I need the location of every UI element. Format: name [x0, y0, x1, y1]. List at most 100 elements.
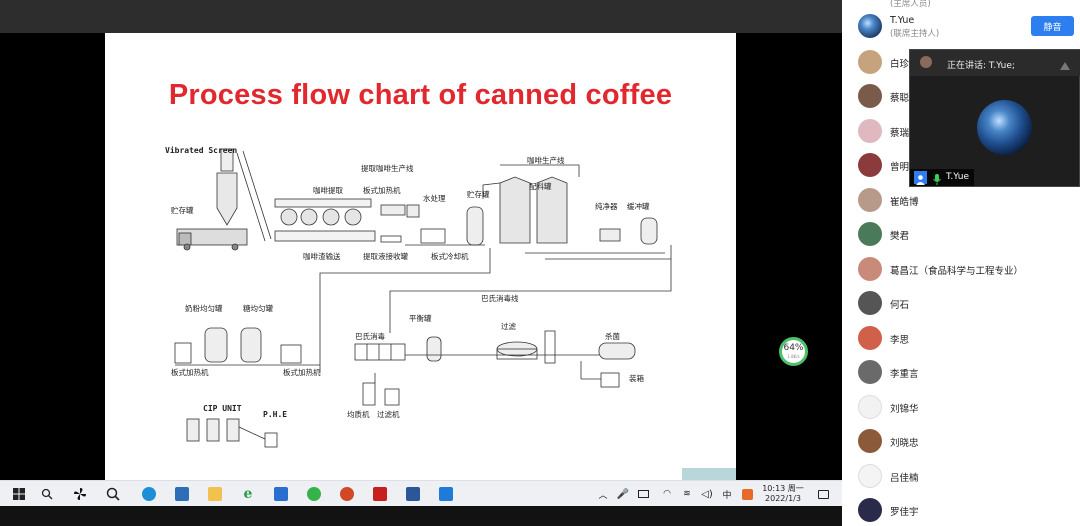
label-homogenizer: 均质机 [347, 409, 370, 419]
word-icon[interactable] [404, 485, 422, 503]
meeting-icon[interactable] [437, 485, 455, 503]
label-purifier: 纯净器 [595, 201, 618, 211]
avatar [858, 291, 882, 315]
avatar [858, 14, 882, 38]
search-icon[interactable] [38, 485, 56, 503]
avatar [858, 429, 882, 453]
chevron-up-icon[interactable]: ︿ [594, 485, 612, 503]
avatar [858, 498, 882, 522]
mail-icon[interactable] [272, 485, 290, 503]
label-water-treatment: 水处理 [423, 193, 446, 203]
windows-taskbar: e ︿ 🎤 ◠ ≋ ◁) 中 10:13 周一 2022/1/3 [0, 480, 842, 506]
partial-row-text: (主席人员) [890, 0, 931, 9]
label-extract-collection: 提取液接收罐 [363, 251, 408, 261]
label-extraction-line: 提取咖啡生产线 [361, 163, 414, 173]
speed-percent: 64% [783, 343, 804, 353]
participant-row[interactable]: 葛昌江（食品科学与工程专业） [842, 252, 1080, 286]
participant-row[interactable]: 刘锦华 [842, 390, 1080, 424]
speaker-avatar-earth [977, 100, 1032, 155]
slide-next-arrow[interactable] [682, 468, 736, 480]
participant-row[interactable]: 樊君 [842, 217, 1080, 251]
pinwheel-icon[interactable] [71, 485, 89, 503]
expand-icon[interactable] [1058, 57, 1072, 70]
participant-name: T.Yue [890, 15, 915, 26]
network-icon[interactable]: ≋ [678, 485, 696, 503]
volume-icon[interactable]: ◁) [698, 485, 716, 503]
avatar [858, 153, 882, 177]
acrobat-icon[interactable] [371, 485, 389, 503]
label-sugar-tank: 糖均匀罐 [243, 303, 273, 313]
shared-screen-area: Process flow chart of canned coffee Vibr… [0, 0, 842, 526]
user-icon [914, 171, 927, 185]
label-vibrated-screen: Vibrated Screen [165, 145, 237, 155]
participant-row[interactable]: 李重言 [842, 355, 1080, 389]
participant-name: 葛昌江（食品科学与工程专业） [890, 266, 1024, 277]
participant-row[interactable]: 崔皓博 [842, 183, 1080, 217]
label-batching-tank: 配料罐 [529, 181, 552, 191]
presentation-slide: Process flow chart of canned coffee Vibr… [105, 33, 736, 480]
avatar [858, 360, 882, 384]
label-plate-cooler: 板式冷却机 [431, 251, 469, 261]
wifi-icon[interactable]: ◠ [658, 485, 676, 503]
label-sterilize: 杀菌 [605, 331, 620, 341]
participant-name: 李思 [890, 335, 910, 346]
mute-button[interactable]: 静音 [1031, 16, 1074, 36]
label-plate-heater-top: 板式加热机 [363, 185, 401, 195]
top-toolbar-strip [0, 0, 842, 33]
label-pasteur-line: 巴氏消毒线 [481, 293, 519, 303]
avatar [858, 50, 882, 74]
label-cip-unit: CIP UNIT [203, 404, 242, 413]
avatar [858, 222, 882, 246]
clock-date: 2022/1/3 [765, 494, 801, 503]
windows-start-icon[interactable] [10, 485, 28, 503]
participant-name: 樊君 [890, 231, 910, 242]
speaker-name: T.Yue [946, 172, 969, 182]
input-method-icon[interactable]: 中 [718, 485, 736, 503]
speaker-mini-avatar [920, 56, 932, 68]
participant-row[interactable]: 吕佳楠 [842, 459, 1080, 493]
label-phe: P.H.E [263, 410, 287, 419]
explorer-icon[interactable] [206, 485, 224, 503]
label-filter-machine: 过滤机 [377, 409, 400, 419]
speaker-name-tag: T.Yue [910, 169, 974, 186]
clock-time: 10:13 周一 [762, 484, 804, 493]
label-coffee-extraction: 咖啡提取 [313, 185, 343, 195]
network-speed-badge: 64% 1.8K/s [779, 337, 808, 366]
active-speaker-window[interactable]: 正在讲话: T.Yue; T.Yue [909, 49, 1080, 187]
participant-name: 蔡瑞 [890, 128, 910, 139]
label-packing: 装箱 [629, 373, 644, 383]
label-pasteurizer: 巴氏消毒 [355, 331, 385, 341]
avatar [858, 188, 882, 212]
label-buffer-tank: 缓冲罐 [627, 201, 650, 211]
participant-name: 何石 [890, 300, 910, 311]
speaker-window-header[interactable]: 正在讲话: T.Yue; [910, 50, 1080, 76]
label-balance-tank: 平衡罐 [409, 313, 432, 323]
meeting-window: Process flow chart of canned coffee Vibr… [0, 0, 1080, 526]
label-plate-heater-left: 板式加热机 [171, 367, 209, 377]
powerpoint-icon[interactable] [338, 485, 356, 503]
label-coffee-line: 咖啡生产线 [527, 155, 565, 165]
mic-icon[interactable]: 🎤 [614, 485, 632, 503]
participant-name: 刘晓忠 [890, 438, 919, 449]
wechat-icon[interactable] [305, 485, 323, 503]
zoom-icon[interactable] [104, 485, 122, 503]
speed-rate: 1.8K/s [787, 354, 800, 359]
participant-row[interactable]: 李思 [842, 321, 1080, 355]
participant-row[interactable]: T.Yue (联席主持人) 静音 [842, 12, 1080, 46]
participant-row[interactable]: 罗佳宇 [842, 493, 1080, 526]
participant-name: 崔皓博 [890, 197, 919, 208]
participant-role: (联席主持人) [890, 29, 940, 39]
participant-name: 白珍 [890, 59, 910, 70]
label-plate-heater-right: 板式加热机 [283, 367, 321, 377]
avatar [858, 84, 882, 108]
avatar [858, 395, 882, 419]
participant-row[interactable]: 刘晓忠 [842, 424, 1080, 458]
sogou-icon[interactable] [738, 485, 756, 503]
edge-icon[interactable] [140, 485, 158, 503]
notification-icon[interactable] [814, 485, 832, 503]
participant-row[interactable]: 何石 [842, 286, 1080, 320]
ie-icon[interactable]: e [239, 485, 257, 503]
screen-icon[interactable] [634, 485, 652, 503]
store-icon[interactable] [173, 485, 191, 503]
taskbar-clock[interactable]: 10:13 周一 2022/1/3 [760, 484, 806, 504]
